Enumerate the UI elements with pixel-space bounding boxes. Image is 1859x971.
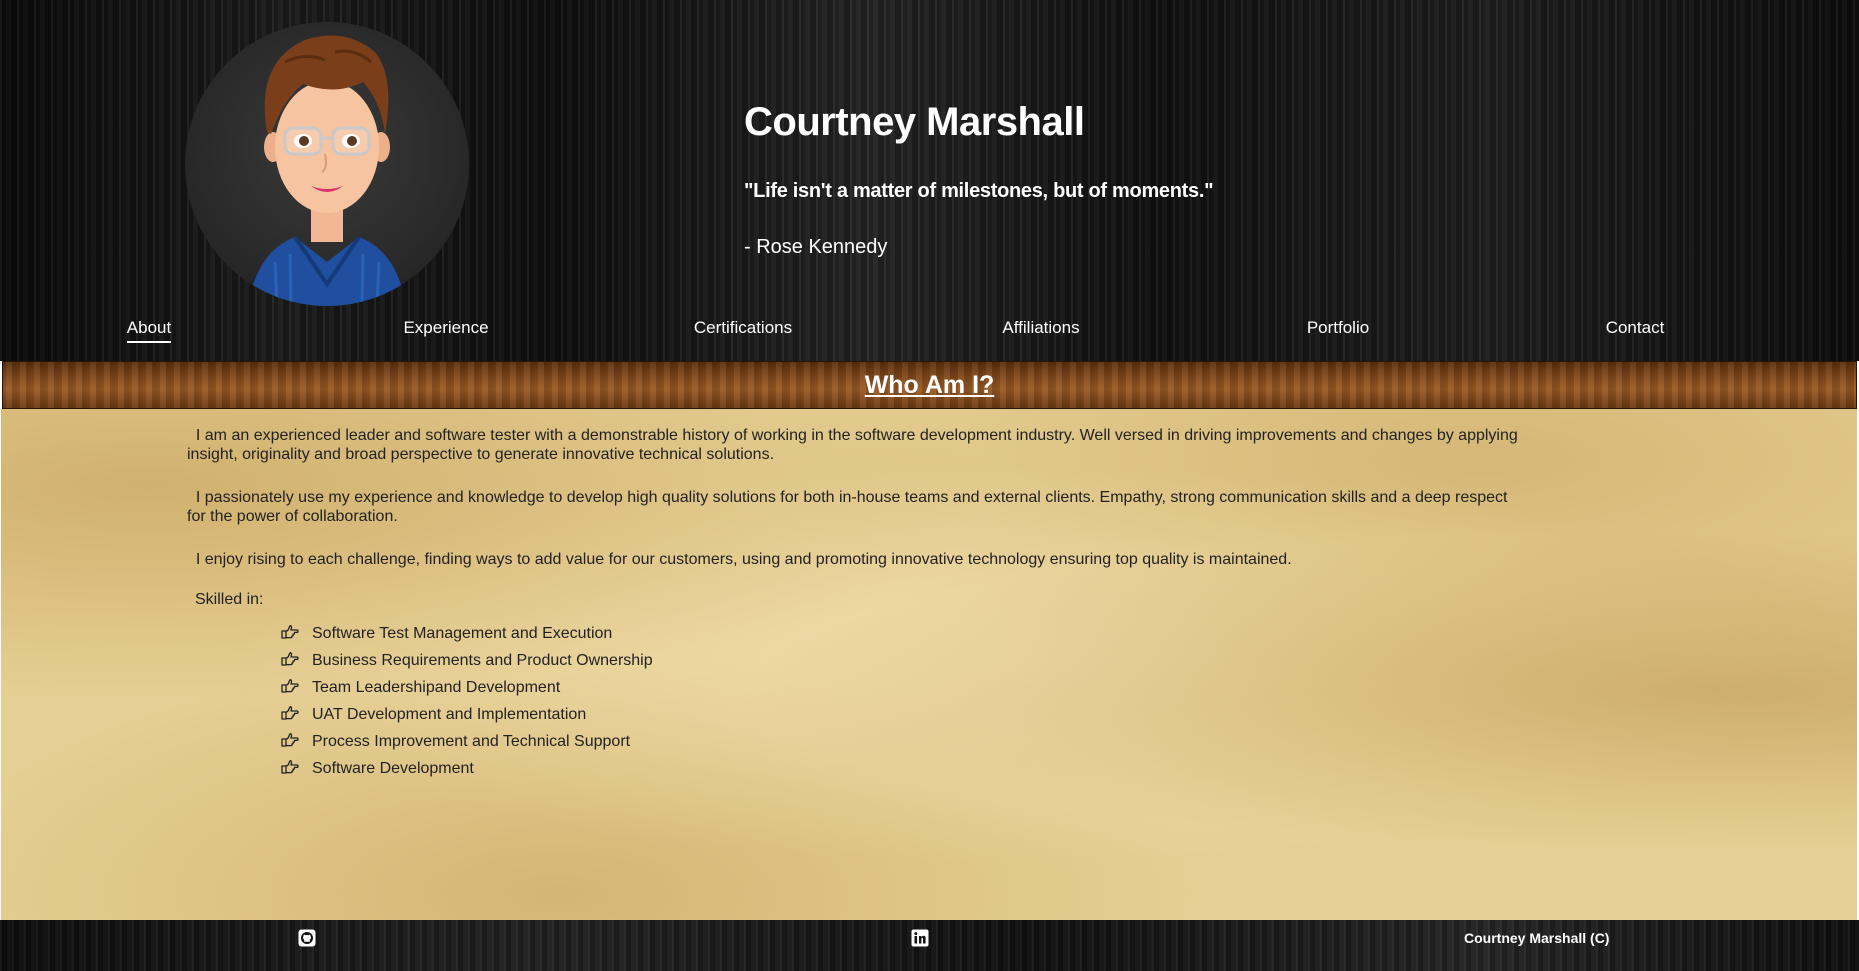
nav-certifications[interactable]: Certifications — [673, 318, 813, 338]
github-icon[interactable] — [298, 929, 316, 947]
site-header: Courtney Marshall "Life isn't a matter o… — [0, 0, 1859, 361]
about-paragraph: I enjoy rising to each challenge, findin… — [187, 550, 1527, 569]
nav-portfolio[interactable]: Portfolio — [1268, 318, 1408, 338]
skill-label: Software Development — [312, 760, 474, 777]
skill-label: Process Improvement and Technical Suppor… — [312, 733, 631, 750]
about-paragraph: I am an experienced leader and software … — [187, 426, 1527, 464]
skill-item: Software Development — [281, 760, 653, 787]
site-footer: Courtney Marshall (C) — [0, 920, 1859, 971]
skill-item: Team Leadershipand Development — [281, 679, 653, 706]
about-paragraph-text: I am an experienced leader and software … — [187, 427, 1518, 463]
nav-certifications-label: Certifications — [693, 318, 793, 337]
hand-point-right-icon — [281, 706, 312, 725]
nav-portfolio-label: Portfolio — [1306, 318, 1370, 337]
nav-experience-label: Experience — [403, 318, 489, 337]
nav-contact-label: Contact — [1605, 318, 1665, 337]
linkedin-icon[interactable] — [911, 929, 929, 947]
skill-label: Software Test Management and Execution — [312, 625, 613, 642]
nav-about-label: About — [126, 318, 172, 343]
skill-label: Team Leadershipand Development — [312, 679, 561, 696]
about-paragraph: I passionately use my experience and kno… — [187, 488, 1527, 526]
skill-item: UAT Development and Implementation — [281, 706, 653, 733]
section-header-bar: Who Am I? — [2, 361, 1857, 409]
skills-list: Software Test Management and Execution B… — [281, 625, 653, 787]
hand-point-right-icon — [281, 652, 312, 671]
skill-label: UAT Development and Implementation — [312, 706, 587, 723]
skill-label: Business Requirements and Product Owners… — [312, 652, 653, 669]
header-quote: "Life isn't a matter of milestones, but … — [744, 180, 1214, 202]
about-paragraph-text: I enjoy rising to each challenge, findin… — [195, 551, 1292, 568]
page: Courtney Marshall "Life isn't a matter o… — [0, 0, 1859, 971]
nav-affiliations[interactable]: Affiliations — [971, 318, 1111, 338]
about-paragraph-text: I passionately use my experience and kno… — [187, 489, 1508, 525]
avatar — [185, 22, 469, 306]
hand-point-right-icon — [281, 625, 312, 644]
nav-contact[interactable]: Contact — [1565, 318, 1705, 338]
skill-item: Process Improvement and Technical Suppor… — [281, 733, 653, 760]
hand-point-right-icon — [281, 733, 312, 752]
skill-item: Software Test Management and Execution — [281, 625, 653, 652]
footer-copyright: Courtney Marshall (C) — [1464, 930, 1610, 946]
skill-item: Business Requirements and Product Owners… — [281, 652, 653, 679]
nav-affiliations-label: Affiliations — [1002, 318, 1080, 337]
section-title: Who Am I? — [864, 371, 995, 399]
main-nav: About Experience Certifications Affiliat… — [0, 318, 1859, 358]
quote-author: - Rose Kennedy — [744, 236, 888, 258]
hand-point-right-icon — [281, 760, 312, 779]
skills-label: Skilled in: — [195, 591, 264, 608]
page-title: Courtney Marshall — [744, 100, 1085, 144]
hand-point-right-icon — [281, 679, 312, 698]
nav-about[interactable]: About — [79, 318, 219, 343]
nav-experience[interactable]: Experience — [376, 318, 516, 338]
cartoon-avatar-icon — [247, 35, 407, 306]
about-content: I am an experienced leader and software … — [1, 409, 1857, 920]
